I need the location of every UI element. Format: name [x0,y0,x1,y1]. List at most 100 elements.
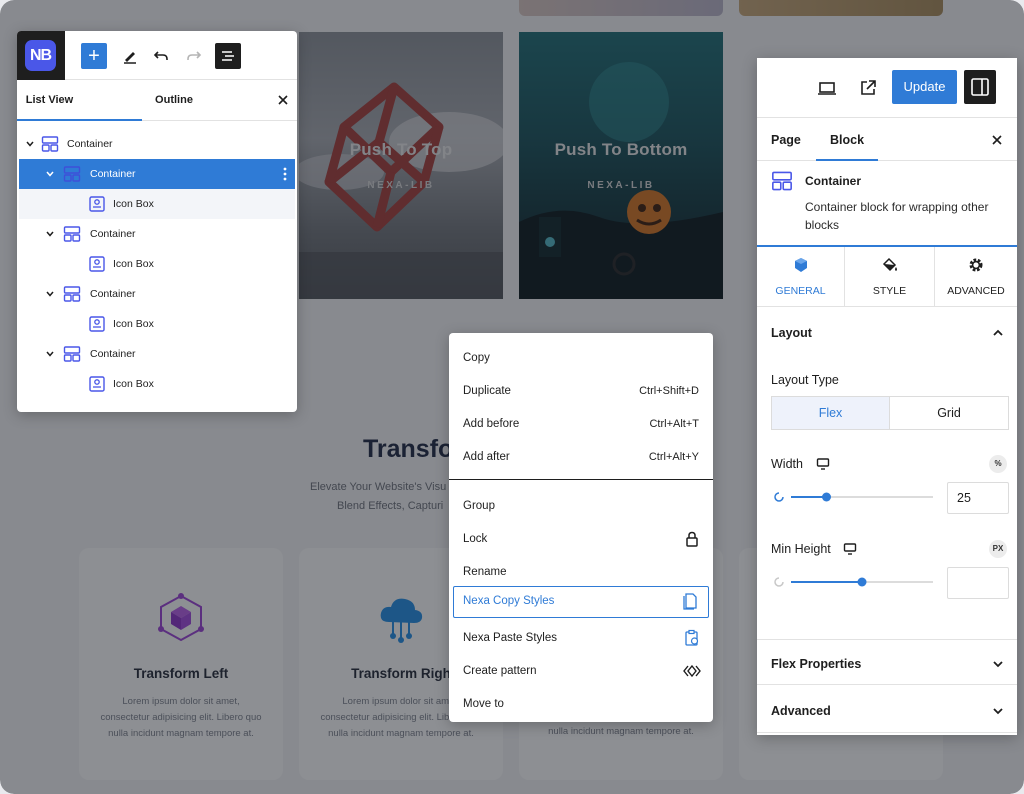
layout-type-label: Layout Type [771,373,839,387]
tab-outline[interactable]: Outline [142,80,206,121]
site-logo-button[interactable]: NB [17,31,65,80]
tree-row-container[interactable]: Container [17,339,297,369]
tree-row-container[interactable]: Container [17,279,297,309]
desktop-device-icon[interactable] [816,457,830,471]
icon-box-icon [89,376,105,392]
tab-label: GENERAL [775,285,826,297]
menu-item-group[interactable]: Group [449,491,713,521]
icon-box-icon [89,256,105,272]
menu-item-duplicate[interactable]: Duplicate Ctrl+Shift+D [449,376,713,406]
menu-item-add-before[interactable]: Add before Ctrl+Alt+T [449,409,713,439]
tree-row-label: Container [90,228,136,240]
container-icon [63,226,81,242]
icon-box-icon [89,196,105,212]
menu-item-label: Add before [463,418,520,430]
layout-type-flex-option[interactable]: Flex [772,397,890,429]
chevron-down-icon[interactable] [45,349,55,359]
chevron-down-icon[interactable] [25,139,35,149]
lock-icon [686,531,698,547]
min-height-slider-thumb[interactable] [857,577,867,587]
menu-item-rename[interactable]: Rename [449,557,713,587]
paint-bucket-icon [882,257,897,272]
chevron-up-icon [993,329,1003,336]
list-view-icon [222,51,234,61]
document-overview-button[interactable] [215,43,241,69]
cube-icon [795,258,807,272]
menu-item-move-to[interactable]: Move to [449,689,713,719]
tree-row-container-selected[interactable]: Container [19,159,295,189]
update-button[interactable]: Update [892,70,957,104]
icon-box-icon [89,316,105,332]
menu-item-lock[interactable]: Lock [449,524,713,554]
external-link-icon[interactable] [857,77,879,99]
menu-item-label: Add after [463,451,510,463]
close-icon[interactable] [275,92,291,108]
chevron-down-icon[interactable] [45,229,55,239]
menu-item-label: Lock [463,533,488,545]
flex-properties-section-header[interactable]: Flex Properties [757,639,1017,685]
editor-toolbar: NB + [17,31,297,80]
width-value-input[interactable]: 25 [947,482,1009,514]
width-slider-fill [791,496,827,498]
tab-advanced[interactable]: ADVANCED [935,247,1017,307]
pattern-icon [683,664,701,678]
add-block-button[interactable]: + [81,43,107,69]
menu-item-label: Nexa Copy Styles [463,595,555,607]
tab-block[interactable]: Block [816,119,879,161]
advanced-section-header[interactable]: Advanced [757,687,1017,733]
desktop-device-icon[interactable] [843,542,857,556]
layout-type-grid-option[interactable]: Grid [890,397,1008,429]
chevron-down-icon[interactable] [45,169,55,179]
min-height-slider[interactable] [771,575,933,589]
layout-section-header[interactable]: Layout [757,309,1017,355]
min-height-unit-toggle[interactable]: PX [989,540,1007,558]
container-icon [41,136,59,152]
redo-button[interactable] [181,43,207,69]
undo-button[interactable] [148,43,174,69]
tree-row-container[interactable]: Container [17,219,297,249]
tree-row-icon-box[interactable]: Icon Box [17,249,297,279]
chevron-down-icon [993,708,1003,715]
container-icon [772,171,792,191]
menu-item-nexa-copy-styles[interactable]: Nexa Copy Styles [453,586,709,618]
menu-item-shortcut: Ctrl+Alt+Y [648,451,699,463]
tree-row-label: Container [90,288,136,300]
tree-row-icon-box[interactable]: Icon Box [17,369,297,399]
tab-list-view[interactable]: List View [17,80,142,121]
chevron-down-icon[interactable] [45,289,55,299]
width-slider-thumb[interactable] [822,492,831,502]
menu-item-shortcut: Ctrl+Alt+T [649,418,699,430]
section-title: Layout [771,326,812,340]
width-label: Width [771,457,803,471]
tab-general[interactable]: GENERAL [757,247,845,307]
tree-row-icon-box[interactable]: Icon Box [19,189,295,219]
tab-style[interactable]: STYLE [845,247,935,307]
menu-item-nexa-paste-styles[interactable]: Nexa Paste Styles [449,623,713,653]
more-options-icon[interactable] [283,167,287,181]
menu-item-copy[interactable]: Copy [449,343,713,373]
device-preview-icon[interactable] [816,77,838,99]
tab-label: ADVANCED [947,285,1005,297]
edit-tool-button[interactable] [117,43,143,69]
menu-item-label: Nexa Paste Styles [463,632,557,644]
tree-row-container[interactable]: Container [17,129,297,159]
settings-toggle-button[interactable] [964,70,996,104]
menu-item-add-after[interactable]: Add after Ctrl+Alt+Y [449,442,713,472]
chevron-down-icon [993,661,1003,668]
min-height-value-input[interactable] [947,567,1009,599]
width-slider[interactable] [771,490,933,504]
min-height-slider-fill [791,581,862,583]
undo-icon [153,51,168,60]
close-icon[interactable] [989,132,1005,148]
tree-row-label: Icon Box [113,198,154,210]
tree-row-label: Icon Box [113,378,154,390]
menu-item-create-pattern[interactable]: Create pattern [449,656,713,686]
tab-label: STYLE [872,285,907,297]
width-unit-toggle[interactable]: % [989,455,1007,473]
block-context-menu: Copy Duplicate Ctrl+Shift+D Add before C… [449,333,713,722]
block-description: Container block for wrapping other block… [805,200,989,232]
tab-page[interactable]: Page [771,119,801,161]
section-title: Advanced [771,704,831,718]
section-title: Flex Properties [771,657,862,671]
tree-row-icon-box[interactable]: Icon Box [17,309,297,339]
